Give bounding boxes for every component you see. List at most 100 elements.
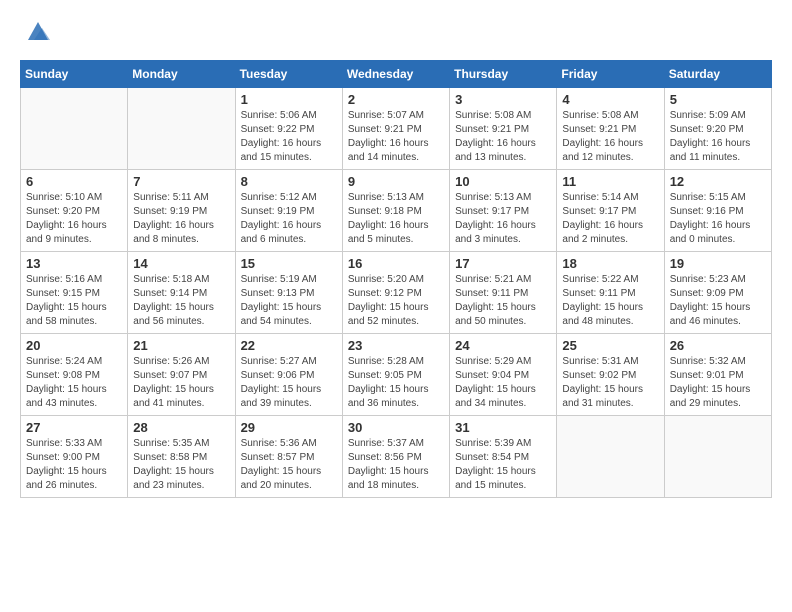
day-detail: Sunrise: 5:16 AM Sunset: 9:15 PM Dayligh… (26, 273, 122, 329)
day-number: 5 (670, 92, 766, 107)
day-number: 6 (26, 174, 122, 189)
day-number: 30 (348, 420, 444, 435)
day-detail: Sunrise: 5:13 AM Sunset: 9:17 PM Dayligh… (455, 191, 551, 247)
day-number: 18 (562, 256, 658, 271)
day-detail: Sunrise: 5:31 AM Sunset: 9:02 PM Dayligh… (562, 355, 658, 411)
day-detail: Sunrise: 5:19 AM Sunset: 9:13 PM Dayligh… (241, 273, 337, 329)
calendar-cell: 5 Sunrise: 5:09 AM Sunset: 9:20 PM Daylig… (664, 88, 771, 170)
calendar-cell: 16 Sunrise: 5:20 AM Sunset: 9:12 PM Dayli… (342, 252, 449, 334)
day-number: 29 (241, 420, 337, 435)
calendar-cell: 21 Sunrise: 5:26 AM Sunset: 9:07 PM Dayli… (128, 334, 235, 416)
calendar-cell: 24 Sunrise: 5:29 AM Sunset: 9:04 PM Dayli… (450, 334, 557, 416)
calendar-cell: 7 Sunrise: 5:11 AM Sunset: 9:19 PM Daylig… (128, 170, 235, 252)
day-detail: Sunrise: 5:33 AM Sunset: 9:00 PM Dayligh… (26, 437, 122, 493)
calendar-week-row: 1 Sunrise: 5:06 AM Sunset: 9:22 PM Daylig… (21, 88, 772, 170)
calendar-cell: 22 Sunrise: 5:27 AM Sunset: 9:06 PM Dayli… (235, 334, 342, 416)
day-detail: Sunrise: 5:11 AM Sunset: 9:19 PM Dayligh… (133, 191, 229, 247)
calendar-table: SundayMondayTuesdayWednesdayThursdayFrid… (20, 60, 772, 498)
calendar-header-row: SundayMondayTuesdayWednesdayThursdayFrid… (21, 61, 772, 88)
day-detail: Sunrise: 5:08 AM Sunset: 9:21 PM Dayligh… (562, 109, 658, 165)
day-detail: Sunrise: 5:18 AM Sunset: 9:14 PM Dayligh… (133, 273, 229, 329)
day-number: 10 (455, 174, 551, 189)
calendar-cell (557, 416, 664, 498)
calendar-cell: 28 Sunrise: 5:35 AM Sunset: 8:58 PM Dayli… (128, 416, 235, 498)
day-number: 28 (133, 420, 229, 435)
day-number: 22 (241, 338, 337, 353)
day-detail: Sunrise: 5:10 AM Sunset: 9:20 PM Dayligh… (26, 191, 122, 247)
calendar-cell: 17Sunrise: 5:21 AM Sunset: 9:11 PM Dayli… (450, 252, 557, 334)
day-number: 25 (562, 338, 658, 353)
day-number: 14 (133, 256, 229, 271)
calendar-cell: 10 Sunrise: 5:13 AM Sunset: 9:17 PM Dayli… (450, 170, 557, 252)
day-detail: Sunrise: 5:14 AM Sunset: 9:17 PM Dayligh… (562, 191, 658, 247)
calendar-cell (21, 88, 128, 170)
day-number: 20 (26, 338, 122, 353)
calendar-cell: 13Sunrise: 5:16 AM Sunset: 9:15 PM Dayli… (21, 252, 128, 334)
calendar-cell: 23 Sunrise: 5:28 AM Sunset: 9:05 PM Dayli… (342, 334, 449, 416)
day-detail: Sunrise: 5:09 AM Sunset: 9:20 PM Dayligh… (670, 109, 766, 165)
day-detail: Sunrise: 5:26 AM Sunset: 9:07 PM Dayligh… (133, 355, 229, 411)
logo-icon (24, 16, 52, 44)
calendar-cell: 8Sunrise: 5:12 AM Sunset: 9:19 PM Daylig… (235, 170, 342, 252)
day-number: 23 (348, 338, 444, 353)
day-detail: Sunrise: 5:15 AM Sunset: 9:16 PM Dayligh… (670, 191, 766, 247)
day-number: 17 (455, 256, 551, 271)
calendar-cell: 27 Sunrise: 5:33 AM Sunset: 9:00 PM Dayli… (21, 416, 128, 498)
day-detail: Sunrise: 5:29 AM Sunset: 9:04 PM Dayligh… (455, 355, 551, 411)
calendar-cell: 2 Sunrise: 5:07 AM Sunset: 9:21 PM Daylig… (342, 88, 449, 170)
day-header-thursday: Thursday (450, 61, 557, 88)
day-header-tuesday: Tuesday (235, 61, 342, 88)
day-number: 12 (670, 174, 766, 189)
calendar-cell: 4 Sunrise: 5:08 AM Sunset: 9:21 PM Daylig… (557, 88, 664, 170)
day-detail: Sunrise: 5:13 AM Sunset: 9:18 PM Dayligh… (348, 191, 444, 247)
day-detail: Sunrise: 5:06 AM Sunset: 9:22 PM Dayligh… (241, 109, 337, 165)
day-detail: Sunrise: 5:22 AM Sunset: 9:11 PM Dayligh… (562, 273, 658, 329)
day-detail: Sunrise: 5:23 AM Sunset: 9:09 PM Dayligh… (670, 273, 766, 329)
day-header-saturday: Saturday (664, 61, 771, 88)
day-number: 1 (241, 92, 337, 107)
day-number: 9 (348, 174, 444, 189)
calendar-cell: 15 Sunrise: 5:19 AM Sunset: 9:13 PM Dayli… (235, 252, 342, 334)
day-number: 31 (455, 420, 551, 435)
calendar-cell (664, 416, 771, 498)
day-header-monday: Monday (128, 61, 235, 88)
day-number: 24 (455, 338, 551, 353)
day-number: 21 (133, 338, 229, 353)
day-number: 8 (241, 174, 337, 189)
calendar-cell: 9 Sunrise: 5:13 AM Sunset: 9:18 PM Daylig… (342, 170, 449, 252)
page-header (20, 20, 772, 44)
calendar-week-row: 27 Sunrise: 5:33 AM Sunset: 9:00 PM Dayli… (21, 416, 772, 498)
day-detail: Sunrise: 5:35 AM Sunset: 8:58 PM Dayligh… (133, 437, 229, 493)
day-detail: Sunrise: 5:39 AM Sunset: 8:54 PM Dayligh… (455, 437, 551, 493)
calendar-cell: 14 Sunrise: 5:18 AM Sunset: 9:14 PM Dayli… (128, 252, 235, 334)
calendar-cell: 6 Sunrise: 5:10 AM Sunset: 9:20 PM Daylig… (21, 170, 128, 252)
day-detail: Sunrise: 5:08 AM Sunset: 9:21 PM Dayligh… (455, 109, 551, 165)
day-detail: Sunrise: 5:27 AM Sunset: 9:06 PM Dayligh… (241, 355, 337, 411)
day-number: 7 (133, 174, 229, 189)
day-number: 16 (348, 256, 444, 271)
calendar-cell: 20 Sunrise: 5:24 AM Sunset: 9:08 PM Dayli… (21, 334, 128, 416)
calendar-week-row: 13Sunrise: 5:16 AM Sunset: 9:15 PM Dayli… (21, 252, 772, 334)
day-header-friday: Friday (557, 61, 664, 88)
day-number: 2 (348, 92, 444, 107)
calendar-cell: 19Sunrise: 5:23 AM Sunset: 9:09 PM Dayli… (664, 252, 771, 334)
calendar-cell: 11Sunrise: 5:14 AM Sunset: 9:17 PM Dayli… (557, 170, 664, 252)
day-number: 15 (241, 256, 337, 271)
day-number: 27 (26, 420, 122, 435)
day-number: 3 (455, 92, 551, 107)
day-detail: Sunrise: 5:28 AM Sunset: 9:05 PM Dayligh… (348, 355, 444, 411)
calendar-week-row: 6 Sunrise: 5:10 AM Sunset: 9:20 PM Daylig… (21, 170, 772, 252)
logo (20, 20, 52, 44)
calendar-cell: 18 Sunrise: 5:22 AM Sunset: 9:11 PM Dayli… (557, 252, 664, 334)
day-header-wednesday: Wednesday (342, 61, 449, 88)
day-detail: Sunrise: 5:32 AM Sunset: 9:01 PM Dayligh… (670, 355, 766, 411)
day-number: 4 (562, 92, 658, 107)
day-detail: Sunrise: 5:24 AM Sunset: 9:08 PM Dayligh… (26, 355, 122, 411)
day-detail: Sunrise: 5:20 AM Sunset: 9:12 PM Dayligh… (348, 273, 444, 329)
calendar-cell: 25 Sunrise: 5:31 AM Sunset: 9:02 PM Dayli… (557, 334, 664, 416)
day-detail: Sunrise: 5:07 AM Sunset: 9:21 PM Dayligh… (348, 109, 444, 165)
calendar-cell: 31 Sunrise: 5:39 AM Sunset: 8:54 PM Dayli… (450, 416, 557, 498)
day-number: 26 (670, 338, 766, 353)
calendar-cell: 29 Sunrise: 5:36 AM Sunset: 8:57 PM Dayli… (235, 416, 342, 498)
day-detail: Sunrise: 5:36 AM Sunset: 8:57 PM Dayligh… (241, 437, 337, 493)
